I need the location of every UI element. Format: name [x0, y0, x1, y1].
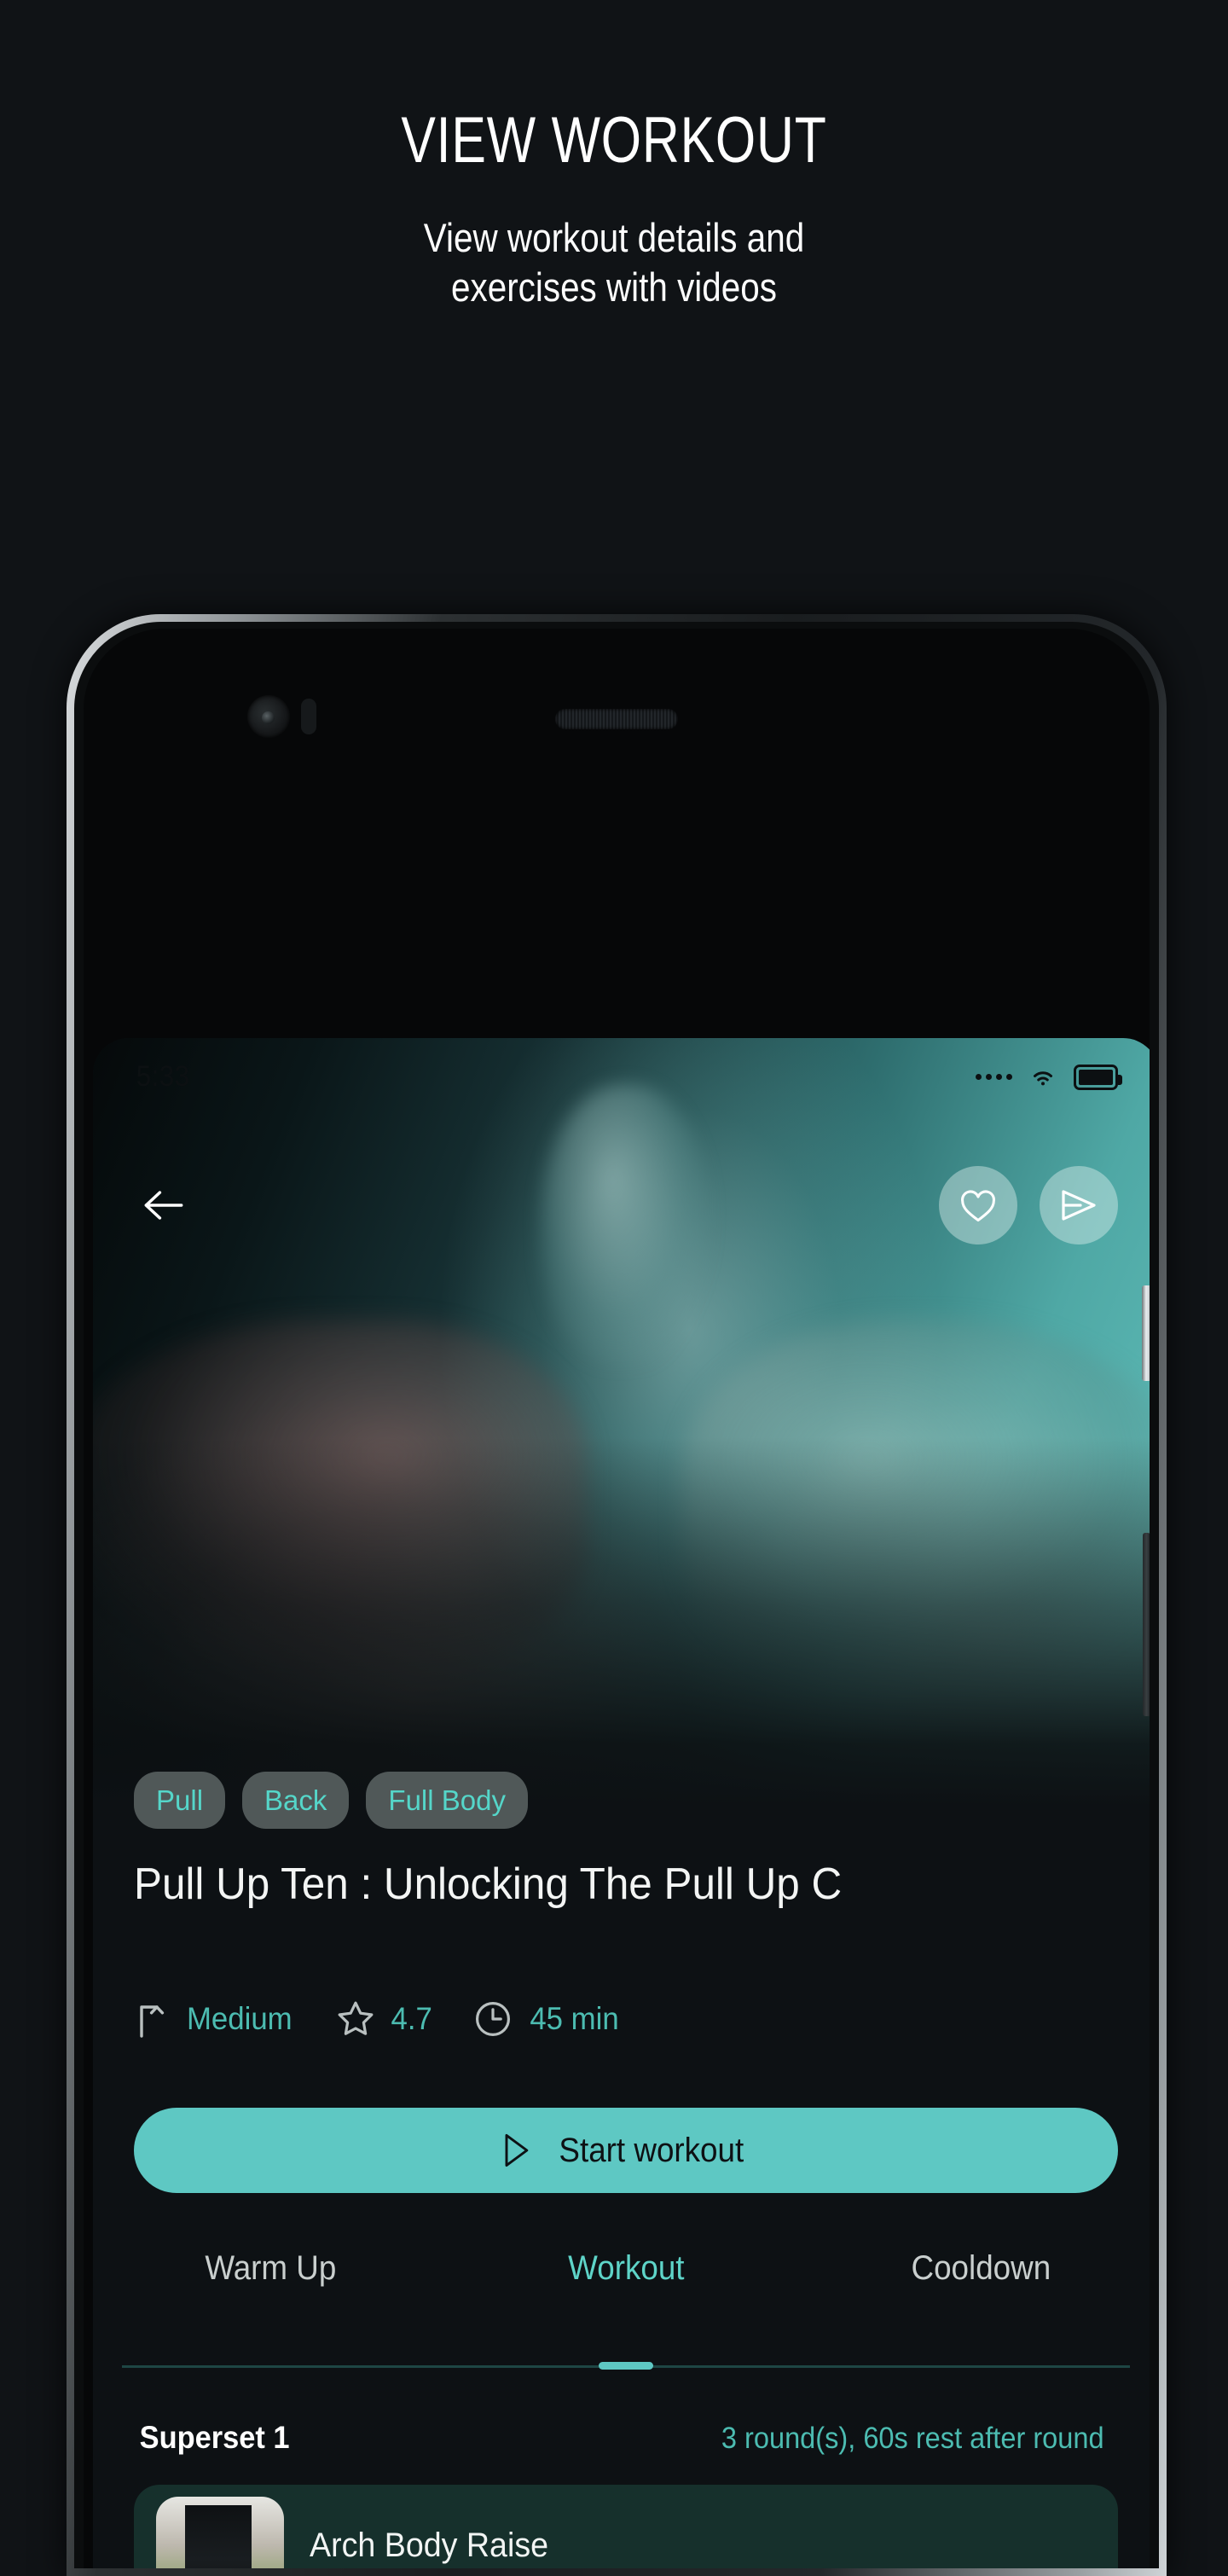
- workout-tag-list: Pull Back Full Body: [134, 1772, 528, 1829]
- workout-title: Pull Up Ten : Unlocking The Pull Up C: [134, 1859, 843, 1909]
- star-icon: [338, 2001, 374, 2035]
- hero-right-lat-shape: [681, 1320, 1150, 1686]
- workout-rating: 4.7: [335, 1999, 433, 2039]
- tab-workout[interactable]: Workout: [462, 2249, 789, 2325]
- arrow-left-icon: [144, 1191, 183, 1220]
- volume-rocker-button[interactable]: [1143, 1533, 1150, 1716]
- phone-device-frame: 5:33 Pull Back Full Body Pull Up Ten: U…: [67, 614, 1167, 2576]
- superset-header: Superset 1 3 round(s), 60s rest after ro…: [134, 2420, 1118, 2456]
- workout-duration: 45 min: [472, 1999, 622, 2039]
- promo-header: VIEW WORKOUT View workout details and ex…: [0, 0, 1228, 312]
- superset-label: Superset 1: [139, 2420, 290, 2455]
- workout-tag-pull[interactable]: Pull: [134, 1772, 226, 1829]
- exercise-card[interactable]: Arch Body Raise 8 reps: [134, 2485, 1118, 2568]
- favorite-button[interactable]: [939, 1166, 1017, 1244]
- phone-bezel: 5:33 Pull Back Full Body Pull Up Ten: U…: [84, 629, 1150, 2568]
- promo-title: VIEW WORKOUT: [401, 104, 827, 177]
- play-icon: [505, 2133, 529, 2167]
- arch-body-raise-thumbnail: [156, 2497, 284, 2568]
- superset-info: 3 round(s), 60s rest after round: [721, 2422, 1104, 2455]
- workout-tag-back[interactable]: Back: [242, 1772, 350, 1829]
- tab-warm-up[interactable]: Warm Up: [107, 2249, 434, 2325]
- status-bar-system-icons: [976, 1064, 1122, 1090]
- send-icon: [1062, 1190, 1096, 1221]
- promo-subtitle: View workout details and exercises with …: [86, 213, 1142, 312]
- exercise-name: Arch Body Raise: [310, 2527, 549, 2564]
- hero-left-lat-shape: [93, 1320, 588, 1678]
- workout-hero-image: [93, 1038, 1150, 1806]
- app-screen: 5:33 Pull Back Full Body Pull Up Ten: U…: [93, 1038, 1150, 2568]
- promo-subtitle-line-2: exercises with videos: [451, 264, 777, 310]
- power-button[interactable]: [1142, 1285, 1150, 1381]
- promo-subtitle-line-1: View workout details and: [423, 215, 805, 260]
- tab-active-indicator: [599, 2362, 653, 2370]
- workout-meta-row: Medium 4.7 45 min: [134, 1999, 661, 2039]
- battery-full-icon: [1074, 1064, 1122, 1090]
- status-bar: 5:33: [93, 1060, 1150, 1094]
- wifi-icon: [1034, 1070, 1052, 1085]
- status-bar-clock: 5:33: [136, 1060, 190, 1093]
- heart-icon: [961, 1190, 995, 1222]
- workout-difficulty: Medium: [134, 1999, 296, 2039]
- start-workout-button[interactable]: Start workout: [134, 2108, 1118, 2193]
- phone-inner-frame: 5:33 Pull Back Full Body Pull Up Ten: U…: [74, 622, 1159, 2568]
- workout-difficulty-label: Medium: [186, 2001, 293, 2036]
- difficulty-arrow-icon: [140, 2005, 165, 2038]
- proximity-sensor-icon: [301, 699, 316, 734]
- signal-dots-icon: [976, 1074, 1012, 1080]
- workout-rating-value: 4.7: [391, 2001, 432, 2036]
- back-button[interactable]: [134, 1175, 194, 1235]
- workout-duration-label: 45 min: [530, 2001, 619, 2036]
- workout-tag-full-body[interactable]: Full Body: [366, 1772, 528, 1829]
- earpiece-speaker-icon: [555, 709, 678, 729]
- start-workout-label: Start workout: [559, 2131, 744, 2169]
- hero-action-buttons: [939, 1166, 1118, 1244]
- exercise-card-text: Arch Body Raise 8 reps: [310, 2527, 564, 2568]
- tab-cooldown[interactable]: Cooldown: [818, 2249, 1144, 2325]
- exercise-list: Arch Body Raise 8 reps - Rest 10 sec - B…: [134, 2485, 1118, 2568]
- workout-section-tabs: Warm Up Workout Cooldown: [93, 2249, 1150, 2325]
- share-button[interactable]: [1040, 1166, 1118, 1244]
- front-camera-icon: [247, 695, 290, 738]
- clock-icon: [476, 2002, 511, 2036]
- hero-nav-row: [93, 1166, 1150, 1244]
